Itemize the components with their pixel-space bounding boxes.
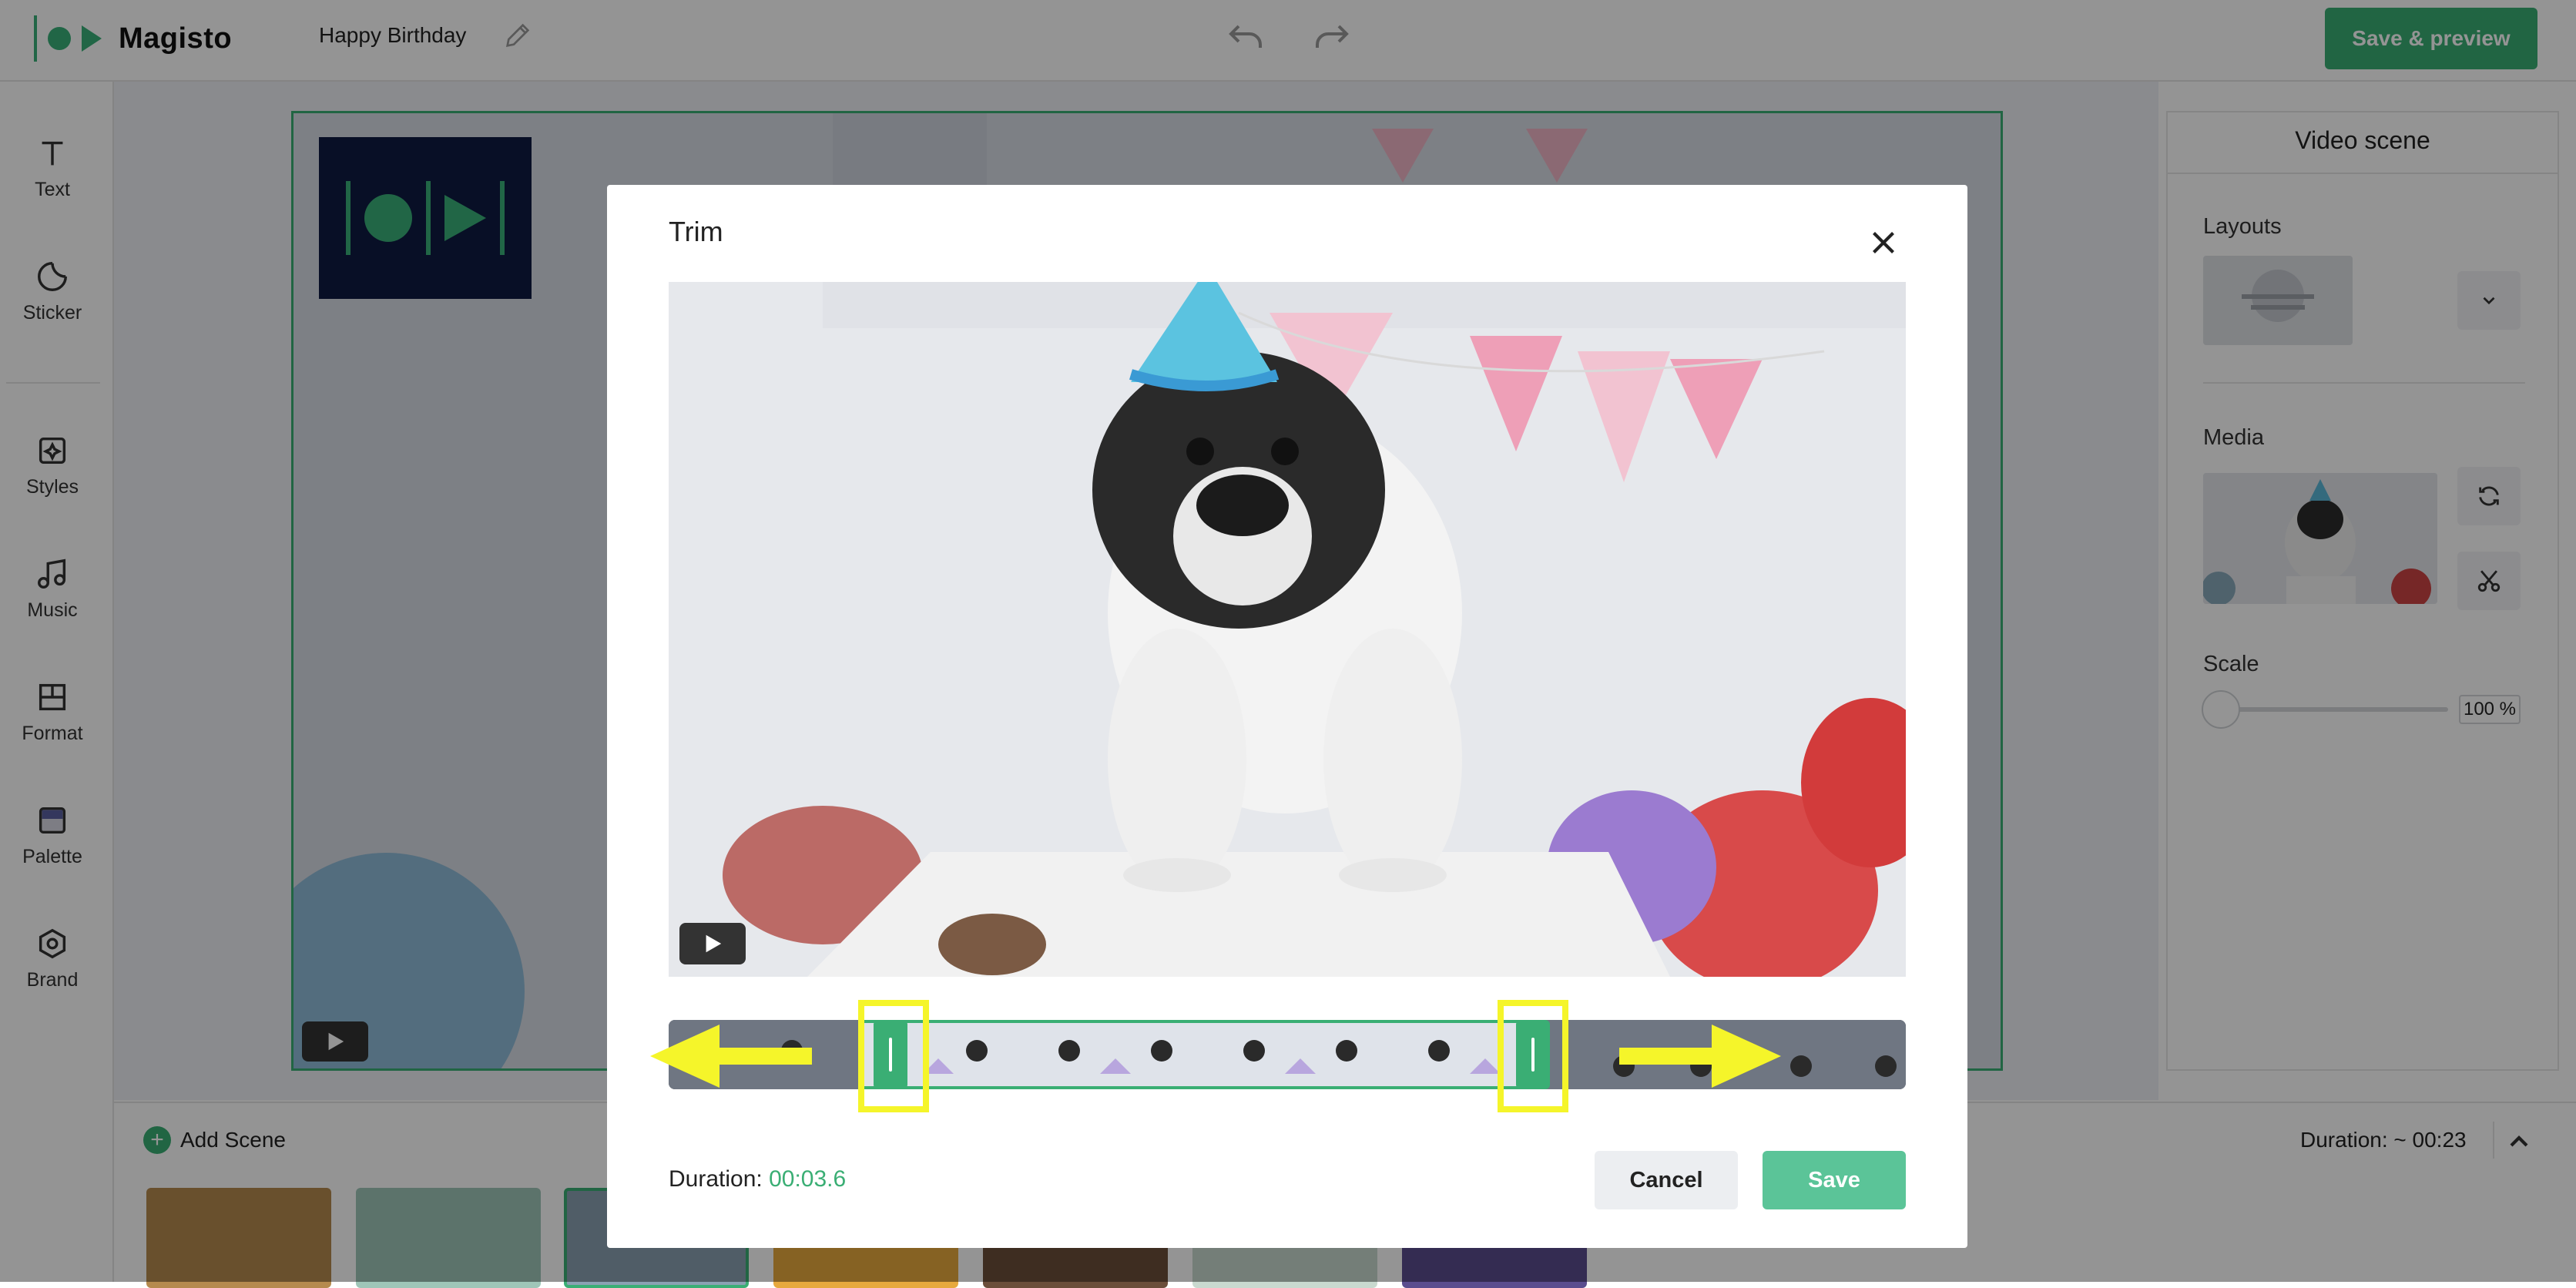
arrow-left-icon	[650, 1025, 812, 1088]
arrow-right-icon	[1619, 1025, 1781, 1088]
end-handle-highlight	[1498, 1000, 1568, 1112]
start-handle-highlight	[858, 1000, 929, 1112]
preview-play-button[interactable]	[679, 923, 746, 964]
trim-selection-window[interactable]	[861, 1020, 1535, 1089]
play-icon	[706, 934, 722, 953]
duration-value: 00:03.6	[769, 1166, 847, 1192]
duration-label: Duration:	[669, 1166, 763, 1192]
cancel-button[interactable]: Cancel	[1595, 1151, 1738, 1209]
video-frame	[669, 282, 1906, 977]
dialog-title: Trim	[669, 216, 723, 247]
trim-duration: Duration: 00:03.6	[669, 1166, 846, 1192]
trim-video-preview[interactable]	[669, 282, 1906, 977]
save-button[interactable]: Save	[1763, 1151, 1906, 1209]
close-icon[interactable]	[1864, 223, 1903, 262]
